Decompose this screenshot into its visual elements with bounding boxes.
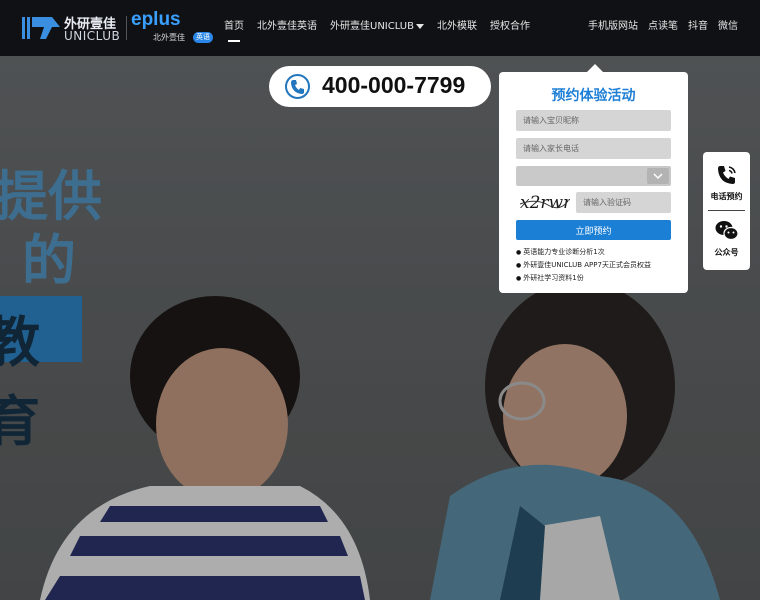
nav-wechat-label: 微信 <box>718 21 738 32</box>
nav-uniclub-label: 外研壹佳UNICLUB <box>330 21 414 32</box>
nav-bfsu-eplus[interactable]: 北外壹佳英语 <box>257 0 317 56</box>
phone-call-icon <box>718 166 736 184</box>
nav-reading-pen[interactable]: 点读笔 <box>648 0 678 56</box>
floating-side-bar: 电话预约 公众号 <box>703 152 750 270</box>
phone-icon <box>285 74 310 99</box>
child-name-input[interactable] <box>516 110 671 131</box>
uniclub-logo-en: UNICLUB <box>64 29 121 43</box>
nav-partnership[interactable]: 授权合作 <box>490 0 530 56</box>
nav-home[interactable]: 首页 <box>224 0 244 56</box>
nav-douyin[interactable]: 抖音 <box>688 0 708 56</box>
side-wechat-label: 公众号 <box>714 248 739 257</box>
nav-model-un[interactable]: 北外模联 <box>437 0 477 56</box>
submit-booking-button[interactable]: 立即预约 <box>516 220 671 240</box>
wechat-icon <box>715 221 739 241</box>
select-arrow-button[interactable] <box>647 168 669 184</box>
captcha-input[interactable] <box>576 192 671 213</box>
perk-item-2: 外研壹佳UNICLUB APP7天正式会员权益 <box>516 259 651 272</box>
form-title: 预约体验活动 <box>551 88 636 104</box>
parent-phone-input[interactable] <box>516 138 671 159</box>
main-nav: 首页 北外壹佳英语 外研壹佳UNICLUB 北外模联 授权合作 <box>224 0 543 56</box>
nav-reading-pen-label: 点读笔 <box>648 21 678 32</box>
nav-partnership-label: 授权合作 <box>489 21 530 32</box>
eplus-logo-text: eplus <box>131 9 181 30</box>
nav-bfsu-eplus-label: 北外壹佳英语 <box>257 21 317 32</box>
top-header: 外研壹佳 UNICLUB eplus 北外壹佳 英语 首页 北外壹佳英语 外研壹… <box>0 0 760 56</box>
side-phone-label: 电话预约 <box>710 192 743 201</box>
nav-mobile-site-label: 手机版网站 <box>588 21 638 32</box>
nav-wechat[interactable]: 微信 <box>718 0 738 56</box>
eplus-logo-sub: 北外壹佳 <box>153 33 185 42</box>
captcha-image[interactable]: x2rwrs <box>518 192 570 214</box>
hotline-pill[interactable]: 400-000-7799 <box>269 66 491 107</box>
uniclub-logo-mark-icon <box>22 17 60 39</box>
perk-item-1: 英语能力专业诊断分析1次 <box>516 246 651 259</box>
caret-down-icon <box>415 23 424 29</box>
perk-item-3: 外研社学习资料1份 <box>516 272 651 285</box>
eplus-logo-badge: 英语 <box>193 32 213 43</box>
hotline-number: 400-000-7799 <box>322 72 466 98</box>
uniclub-logo[interactable]: 外研壹佳 UNICLUB <box>22 11 122 45</box>
header-right-links: 手机版网站 点读笔 抖音 微信 <box>578 0 738 56</box>
nav-model-un-label: 北外模联 <box>436 21 477 32</box>
eplus-logo[interactable]: eplus 北外壹佳 英语 <box>131 9 213 44</box>
side-wechat-account[interactable]: 公众号 <box>703 218 750 262</box>
perk-list: 英语能力专业诊断分析1次 外研壹佳UNICLUB APP7天正式会员权益 外研社… <box>516 246 651 285</box>
course-select[interactable] <box>516 166 671 186</box>
nav-mobile-site[interactable]: 手机版网站 <box>588 0 638 56</box>
side-divider <box>708 210 745 211</box>
chevron-down-icon <box>653 173 663 180</box>
nav-uniclub[interactable]: 外研壹佳UNICLUB <box>330 0 424 56</box>
nav-home-label: 首页 <box>224 21 244 32</box>
side-phone-booking[interactable]: 电话预约 <box>703 162 750 206</box>
logo-divider <box>126 16 127 40</box>
nav-douyin-label: 抖音 <box>688 21 708 32</box>
